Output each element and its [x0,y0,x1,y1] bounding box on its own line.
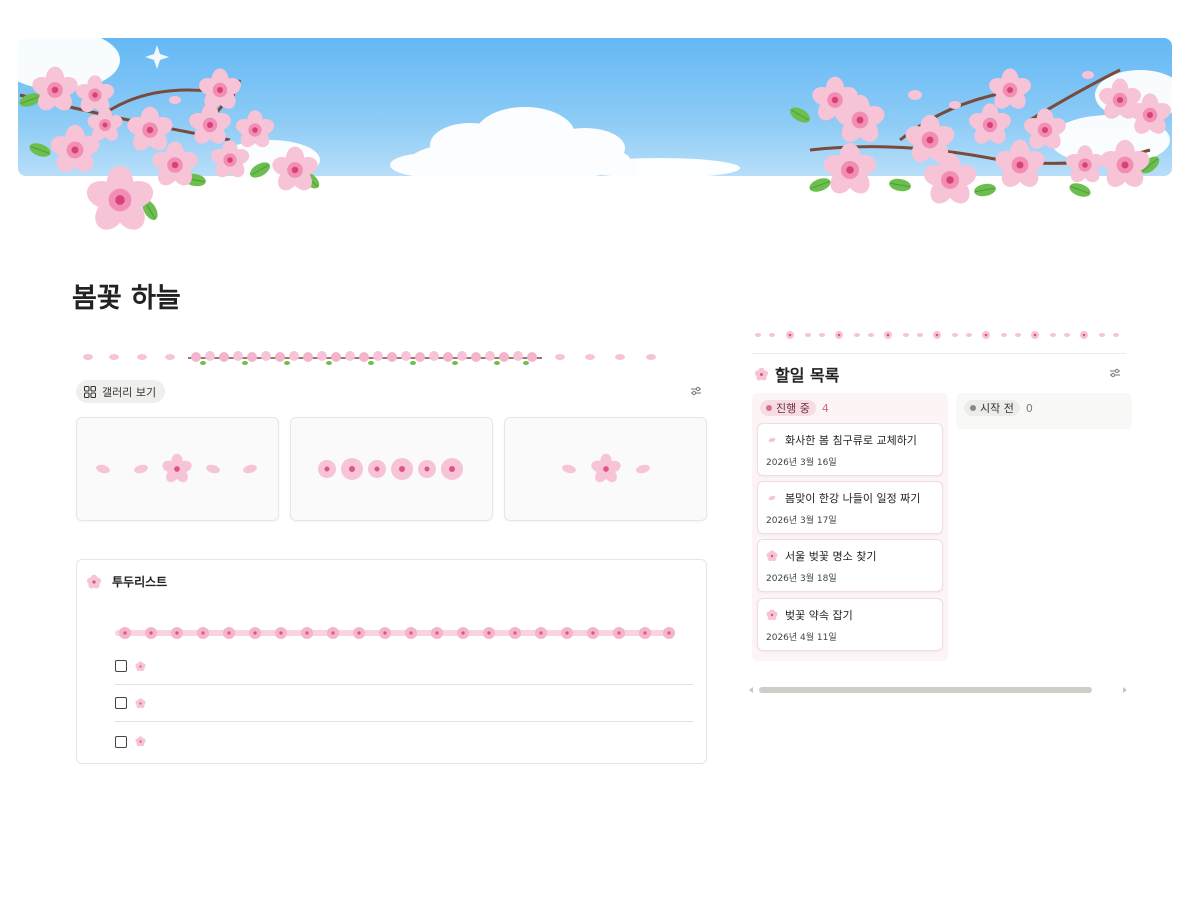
board-header: 할일 목록 [754,362,839,386]
card-title: 봄맞이 한강 나들이 일정 짜기 [785,492,921,505]
board-title: 할일 목록 [775,366,840,385]
status-badge[interactable]: 진행 중 [760,400,816,416]
status-label: 시작 전 [980,402,1014,415]
gallery-view-label: 갤러리 보기 [102,385,157,399]
column-count: 0 [1025,401,1033,415]
card-title-row: 벚꽃 약속 잡기 [766,607,853,623]
card-title-row: 화사한 봄 침구류로 교체하기 [766,432,917,448]
card-date: 2026년 4월 11일 [766,633,837,643]
cherry-blossom-icon [135,697,146,708]
scroll-right-icon[interactable] [1123,687,1127,693]
cherry-blossom-banner-art [0,30,1185,236]
board-column-not-started: 시작 전 0 [956,393,1132,429]
column-header: 시작 전 0 [964,400,1033,416]
gallery-grid-icon [84,385,96,398]
cherry-blossom-icon [135,660,146,671]
column-header: 진행 중 4 [760,400,829,416]
divider [752,353,1126,354]
board-card[interactable]: 서울 벚꽃 명소 찾기 2026년 3월 18일 [757,539,943,592]
status-dot [970,405,976,411]
petal-icon [768,495,776,501]
cherry-blossom-icon [766,550,778,562]
gallery-grid [76,417,707,521]
cherry-blossom-icon [754,367,769,380]
gallery-card[interactable] [290,417,493,521]
card-date: 2026년 3월 17일 [766,516,837,526]
sliders-icon[interactable] [689,384,703,398]
gallery-view-tab[interactable]: 갤러리 보기 [76,380,166,403]
scroll-thumb[interactable] [759,687,1092,693]
petal-icon [768,437,776,443]
cherry-blossom-icon [766,609,778,621]
cherry-blossom-icon [135,736,146,747]
card-date: 2026년 3월 16일 [766,458,837,468]
todo-item [115,685,693,722]
cherry-blossom-icon [86,574,102,588]
sliders-icon[interactable] [1108,366,1122,380]
horizontal-scrollbar[interactable] [749,684,1129,696]
gallery-card[interactable] [504,417,707,521]
board-card[interactable]: 봄맞이 한강 나들이 일정 짜기 2026년 3월 17일 [757,481,943,534]
single-blossom-image [562,453,650,483]
todo-header: 투두리스트 [86,573,167,590]
page-title: 봄꽃 하늘 [72,283,181,314]
column-count: 4 [821,401,829,415]
todo-item [115,723,693,760]
cover-banner [0,0,1200,250]
blossom-divider [83,351,656,365]
scroll-left-icon[interactable] [749,687,753,693]
blossom-petals-image [96,453,257,483]
card-title: 화사한 봄 침구류로 교체하기 [785,434,917,447]
status-label: 진행 중 [776,402,810,415]
todo-checkbox[interactable] [115,735,127,748]
card-title-row: 서울 벚꽃 명소 찾기 [766,548,876,564]
todo-checkbox[interactable] [115,697,127,709]
todo-callout: 투두리스트 [76,559,707,764]
blossom-divider [755,331,1119,339]
status-dot [766,405,772,411]
board-column-in-progress: 진행 중 4 화사한 봄 침구류로 교체하기 2026년 3월 16일 봄맞이 … [752,393,948,661]
blossom-cluster-image [318,458,463,480]
card-title: 서울 벚꽃 명소 찾기 [785,550,877,563]
board-card[interactable]: 화사한 봄 침구류로 교체하기 2026년 3월 16일 [757,423,943,476]
board-card[interactable]: 벚꽃 약속 잡기 2026년 4월 11일 [757,598,943,651]
card-title-row: 봄맞이 한강 나들이 일정 짜기 [766,490,920,506]
card-title: 벚꽃 약속 잡기 [785,609,853,622]
todo-checkbox[interactable] [115,660,127,672]
todo-title: 투두리스트 [112,575,168,589]
gallery-card[interactable] [76,417,279,521]
todo-item [115,648,693,685]
status-badge[interactable]: 시작 전 [964,400,1020,416]
blossom-garland [115,627,675,639]
card-date: 2026년 3월 18일 [766,574,837,584]
